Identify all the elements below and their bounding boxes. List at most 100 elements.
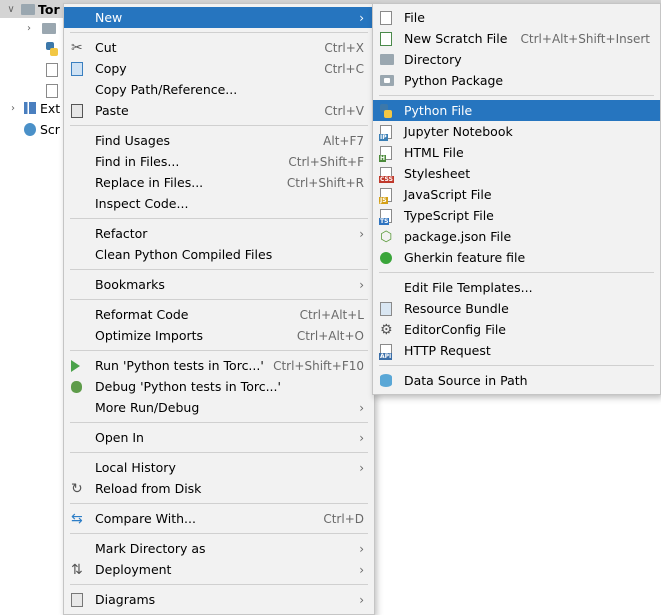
menu-item-icon-slot [380, 280, 404, 296]
menu-item-shortcut: Ctrl+D [323, 511, 364, 526]
menu-item-python-file[interactable]: Python File [373, 100, 660, 121]
menu-separator [64, 214, 374, 223]
chevron-right-icon: › [359, 541, 364, 556]
menu-item-refactor[interactable]: Refactor › [64, 223, 374, 244]
python-file-icon [46, 42, 58, 56]
chevron-right-icon[interactable]: › [6, 103, 20, 114]
chevron-right-icon[interactable]: › [22, 23, 36, 34]
menu-item-mark-directory-as[interactable]: Mark Directory as › [64, 538, 374, 559]
menu-item-diagrams[interactable]: Diagrams › [64, 589, 374, 610]
menu-item-label: HTML File [404, 145, 464, 160]
chevron-right-icon: › [359, 592, 364, 607]
tree-row-file[interactable] [46, 60, 58, 80]
menu-item-label: Find in Files... [95, 154, 180, 169]
menu-item-icon-slot [380, 10, 404, 26]
menu-item-data-source-in-path[interactable]: Data Source in Path [373, 370, 660, 391]
menu-item-compare-with[interactable]: ⇆ Compare With... Ctrl+D [64, 508, 374, 529]
menu-item-shortcut: Ctrl+X [324, 40, 364, 55]
menu-item-replace-in-files[interactable]: Replace in Files... Ctrl+Shift+R [64, 172, 374, 193]
menu-item-typescript-file[interactable]: TypeScript File [373, 205, 660, 226]
menu-item-find-usages[interactable]: Find Usages Alt+F7 [64, 130, 374, 151]
compare-icon: ⇆ [71, 510, 83, 527]
jupyter-file-icon [46, 63, 58, 77]
tree-row-root[interactable]: ∨ Tor [4, 0, 59, 19]
menu-item-label: Cut [95, 40, 117, 55]
menu-item-label: Copy [95, 61, 127, 76]
menu-item-python-package[interactable]: Python Package [373, 70, 660, 91]
menu-item-icon-slot [71, 133, 95, 149]
menu-item-more-run-debug[interactable]: More Run/Debug › [64, 397, 374, 418]
menu-item-label: File [404, 10, 425, 25]
menu-separator [64, 121, 374, 130]
menu-item-bookmarks[interactable]: Bookmarks › [64, 274, 374, 295]
http-request-icon [379, 343, 393, 360]
js-file-icon [379, 187, 392, 204]
jupyter-file-icon [46, 84, 58, 98]
menu-item-copy-path-reference[interactable]: Copy Path/Reference... [64, 79, 374, 100]
menu-item-copy[interactable]: Copy Ctrl+C [64, 58, 374, 79]
menu-item-shortcut: Ctrl+C [324, 61, 364, 76]
menu-separator [64, 529, 374, 538]
menu-item-find-in-files[interactable]: Find in Files... Ctrl+Shift+F [64, 151, 374, 172]
tree-row-child-folder[interactable]: › [22, 18, 56, 38]
menu-item-icon-slot: ⇆ [71, 511, 95, 527]
menu-item-label: Edit File Templates... [404, 280, 533, 295]
tree-row-file[interactable] [46, 39, 58, 59]
menu-item-label: Refactor [95, 226, 148, 241]
menu-item-icon-slot: ✂ [71, 40, 95, 56]
menu-item-label: Open In [95, 430, 144, 445]
menu-item-label: Stylesheet [404, 166, 471, 181]
chevron-down-icon[interactable]: ∨ [4, 4, 18, 15]
menu-item-icon-slot [379, 343, 404, 360]
menu-item-package-json-file[interactable]: ⬡ package.json File [373, 226, 660, 247]
menu-item-run-python-tests-in-torc[interactable]: Run 'Python tests in Torc...' Ctrl+Shift+… [64, 355, 374, 376]
resource-bundle-icon [380, 301, 392, 316]
scratch-file-icon [380, 31, 392, 46]
menu-item-label: Clean Python Compiled Files [95, 247, 273, 262]
folder-icon [42, 22, 56, 34]
menu-separator [64, 499, 374, 508]
menu-item-shortcut: Alt+F7 [323, 133, 364, 148]
menu-item-file[interactable]: File [373, 7, 660, 28]
menu-item-label: Copy Path/Reference... [95, 82, 238, 97]
menu-item-http-request[interactable]: HTTP Request [373, 340, 660, 361]
menu-item-stylesheet[interactable]: Stylesheet [373, 163, 660, 184]
menu-item-reload-from-disk[interactable]: ↻ Reload from Disk [64, 478, 374, 499]
menu-item-icon-slot [380, 31, 404, 47]
menu-item-paste[interactable]: Paste Ctrl+V [64, 100, 374, 121]
menu-item-editorconfig-file[interactable]: ⚙ EditorConfig File [373, 319, 660, 340]
menu-item-debug-python-tests-in-torc[interactable]: Debug 'Python tests in Torc...' [64, 376, 374, 397]
jupyter-icon [379, 124, 392, 141]
tree-row-external-libraries[interactable]: › Ext [6, 98, 60, 118]
menu-item-directory[interactable]: Directory [373, 49, 660, 70]
menu-item-resource-bundle[interactable]: Resource Bundle [373, 298, 660, 319]
menu-item-deployment[interactable]: ⇅ Deployment › [64, 559, 374, 580]
debug-icon [71, 380, 82, 393]
menu-item-open-in[interactable]: Open In › [64, 427, 374, 448]
menu-item-new[interactable]: New › [64, 7, 374, 28]
menu-item-icon-slot [71, 10, 95, 26]
menu-item-reformat-code[interactable]: Reformat Code Ctrl+Alt+L [64, 304, 374, 325]
menu-item-cut[interactable]: ✂ Cut Ctrl+X [64, 37, 374, 58]
chevron-right-icon: › [359, 430, 364, 445]
menu-item-gherkin-feature-file[interactable]: Gherkin feature file [373, 247, 660, 268]
menu-item-html-file[interactable]: HTML File [373, 142, 660, 163]
run-icon [71, 359, 80, 372]
menu-item-clean-python-compiled-files[interactable]: Clean Python Compiled Files [64, 244, 374, 265]
editorconfig-icon: ⚙ [380, 321, 393, 338]
menu-item-local-history[interactable]: Local History › [64, 457, 374, 478]
menu-separator [64, 418, 374, 427]
menu-item-shortcut: Ctrl+Alt+L [299, 307, 364, 322]
menu-item-optimize-imports[interactable]: Optimize Imports Ctrl+Alt+O [64, 325, 374, 346]
menu-item-new-scratch-file[interactable]: New Scratch File Ctrl+Alt+Shift+Insert [373, 28, 660, 49]
menu-item-shortcut: Ctrl+V [324, 103, 364, 118]
menu-item-label: Replace in Files... [95, 175, 204, 190]
chevron-right-icon: › [359, 460, 364, 475]
menu-item-jupyter-notebook[interactable]: Jupyter Notebook [373, 121, 660, 142]
menu-item-javascript-file[interactable]: JavaScript File [373, 184, 660, 205]
menu-item-inspect-code[interactable]: Inspect Code... [64, 193, 374, 214]
menu-item-edit-file-templates[interactable]: Edit File Templates... [373, 277, 660, 298]
tree-row-scratches[interactable]: Scr [24, 119, 60, 139]
menu-item-label: Bookmarks [95, 277, 165, 292]
menu-separator [373, 91, 660, 100]
